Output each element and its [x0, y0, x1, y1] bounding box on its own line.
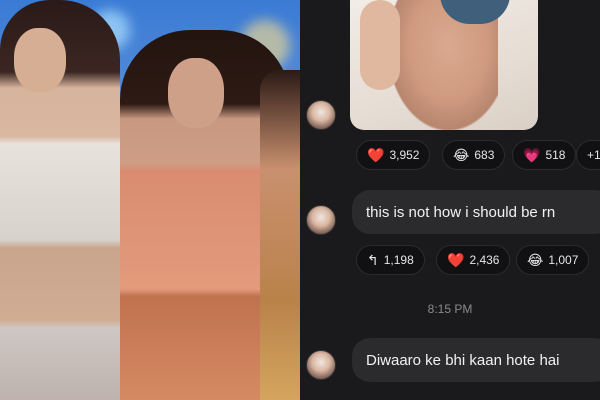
timestamp: 8:15 PM [427, 302, 473, 316]
hand [360, 0, 400, 90]
message-bubble[interactable]: Diwaaro ke bhi kaan hote hai [352, 338, 600, 382]
sender-avatar[interactable] [306, 100, 336, 130]
laughing-face-icon: 😂 [527, 252, 544, 268]
reaction-count: 2,436 [469, 253, 500, 267]
celebrity-photo [0, 0, 300, 400]
chat-panel: ❤️ 3,952 😂 683 💗 518 +1 this is not how … [300, 0, 600, 400]
message-bubble[interactable]: this is not how i should be rn [352, 190, 600, 234]
reaction-count: 3,952 [389, 148, 420, 162]
message-text: Diwaaro ke bhi kaan hote hai [366, 351, 560, 369]
heart-icon: ❤️ [367, 147, 385, 163]
reaction-count: 683 [474, 148, 495, 162]
sender-avatar[interactable] [306, 205, 336, 235]
reaction-heart[interactable]: ❤️ 3,952 [356, 140, 431, 170]
face-left [14, 28, 66, 92]
heart-icon: ❤️ [447, 252, 465, 268]
reaction-count: +1 [587, 148, 600, 162]
reaction-heart[interactable]: ❤️ 2,436 [436, 245, 511, 275]
reply-count[interactable]: ↰ 1,198 [356, 245, 425, 275]
reaction-count: 1,007 [548, 253, 579, 267]
video-message-preview[interactable] [350, 0, 538, 130]
reaction-sparkle-heart[interactable]: 💗 518 [512, 140, 577, 170]
sender-avatar[interactable] [306, 350, 336, 380]
reply-arrow-icon: ↰ [367, 252, 379, 268]
reaction-more[interactable]: +1 [576, 140, 600, 170]
reaction-laugh[interactable]: 😂 683 [442, 140, 506, 170]
sparkle-heart-icon: 💗 [523, 147, 541, 163]
message-text: this is not how i should be rn [366, 203, 556, 221]
reaction-count: 518 [545, 148, 566, 162]
reaction-laugh[interactable]: 😂 1,007 [516, 245, 590, 275]
face-right [168, 58, 224, 128]
laughing-face-icon: 😂 [453, 147, 470, 163]
background-figure [260, 70, 300, 400]
reaction-count: 1,198 [383, 253, 414, 267]
